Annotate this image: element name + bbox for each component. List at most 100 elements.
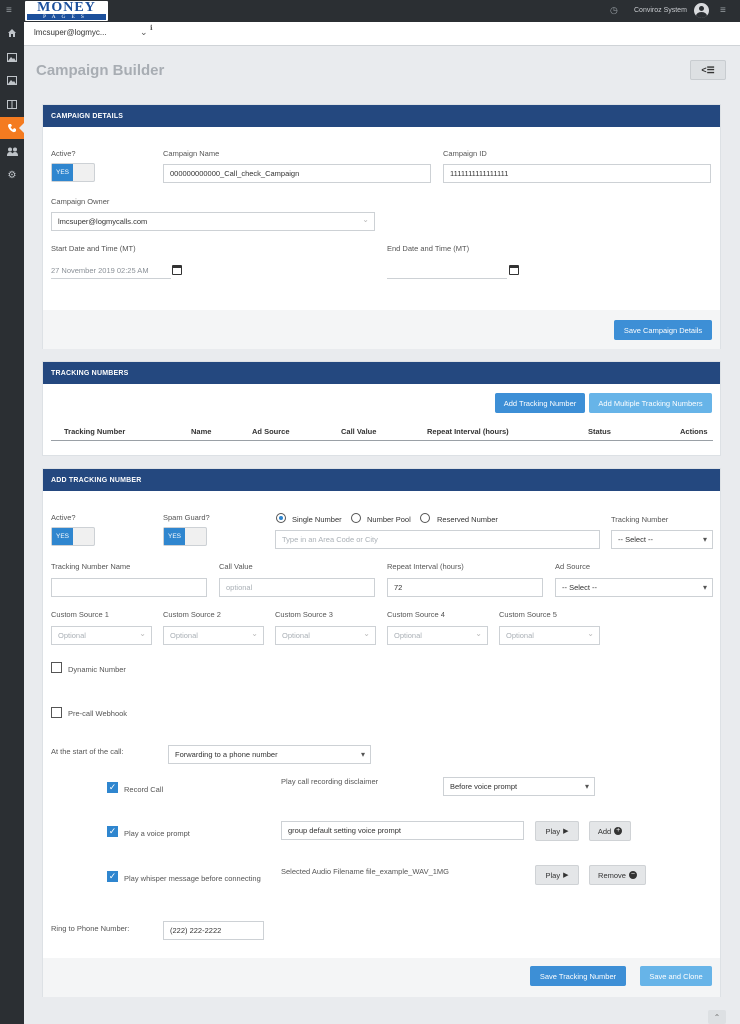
spam-guard-label: Spam Guard? <box>163 513 210 522</box>
logo[interactable]: MONEY PAGES <box>25 0 108 21</box>
account-select[interactable]: lmcsuper@logmyc... <box>34 28 154 41</box>
page-title: Campaign Builder <box>36 62 165 79</box>
ring-to-phone-input[interactable]: (222) 222-2222 <box>163 921 264 940</box>
start-call-select[interactable]: Forwarding to a phone number <box>168 745 371 764</box>
single-number-label: Single Number <box>292 515 342 524</box>
active-label: Active? <box>51 149 76 158</box>
voice-prompt-checkbox[interactable]: ✓ <box>107 826 118 837</box>
custom-source-3-label: Custom Source 3 <box>275 610 333 619</box>
info-icon[interactable]: ℹ <box>150 24 153 32</box>
custom-source-5-select[interactable]: Optional <box>499 626 600 645</box>
call-value-input[interactable]: optional <box>219 578 375 597</box>
campaign-owner-select[interactable]: lmcsuper@logmycalls.com <box>51 212 375 231</box>
active-toggle[interactable]: YES <box>51 163 95 182</box>
voice-prompt-input[interactable]: group default setting voice prompt <box>281 821 524 840</box>
add-voice-prompt-button[interactable]: Add + <box>589 821 631 841</box>
add-tracking-number-panel: ADD TRACKING NUMBER Active? YES Spam Gua… <box>42 468 721 997</box>
start-date-underline <box>51 278 171 279</box>
campaign-name-input[interactable]: 000000000000_Call_check_Campaign <box>163 164 431 183</box>
clock-icon[interactable]: ◷ <box>610 5 618 16</box>
toggle-yes: YES <box>52 164 73 181</box>
campaign-details-panel: CAMPAIGN DETAILS Active? YES Campaign Na… <box>42 104 721 349</box>
start-call-label: At the start of the call: <box>51 747 124 756</box>
tracking-numbers-header: TRACKING NUMBERS <box>43 362 720 384</box>
gear-icon[interactable]: ⚙ <box>0 164 24 186</box>
account-bar: lmcsuper@logmyc... ⌄ ℹ <box>24 22 740 46</box>
campaign-owner-label: Campaign Owner <box>51 197 110 206</box>
account-select-value: lmcsuper@logmyc... <box>34 28 107 37</box>
menu-icon[interactable]: ≡ <box>6 6 12 16</box>
dynamic-number-checkbox[interactable] <box>51 662 62 673</box>
users-icon[interactable] <box>0 140 24 162</box>
ad-source-select[interactable]: -- Select -- <box>555 578 713 597</box>
logo-text-bottom: PAGES <box>27 14 106 20</box>
image-icon[interactable] <box>0 46 24 68</box>
campaign-id-label: Campaign ID <box>443 149 487 158</box>
spam-guard-toggle[interactable]: YES <box>163 527 207 546</box>
custom-source-4-select[interactable]: Optional <box>387 626 488 645</box>
number-pool-label: Number Pool <box>367 515 411 524</box>
column-header: Tracking Number <box>64 427 126 436</box>
play-whisper-button[interactable]: Play ▶ <box>535 865 579 885</box>
reserved-number-label: Reserved Number <box>437 515 498 524</box>
tracking-number-name-label: Tracking Number Name <box>51 562 131 571</box>
add-multiple-tracking-numbers-button[interactable]: Add Multiple Tracking Numbers <box>589 393 712 413</box>
voice-prompt-label: Play a voice prompt <box>124 829 190 838</box>
image-icon[interactable] <box>0 69 24 91</box>
dynamic-number-label: Dynamic Number <box>68 665 126 674</box>
record-call-checkbox[interactable]: ✓ <box>107 782 118 793</box>
scroll-top-button[interactable]: ⌃ <box>708 1010 726 1024</box>
ad-source-label: Ad Source <box>555 562 591 571</box>
custom-source-2-select[interactable]: Optional <box>163 626 264 645</box>
collapse-list-icon: <☰ <box>701 64 715 75</box>
columns-icon[interactable] <box>0 93 24 115</box>
toggle-yes: YES <box>164 528 185 545</box>
custom-source-1-select[interactable]: Optional <box>51 626 152 645</box>
toggle-yes: YES <box>52 528 73 545</box>
custom-source-5-label: Custom Source 5 <box>499 610 557 619</box>
add-tracking-number-button[interactable]: Add Tracking Number <box>495 393 585 413</box>
chevron-up-icon: ⌃ <box>713 1012 721 1022</box>
recording-disclaimer-label: Play call recording disclaimer <box>281 777 379 786</box>
save-tracking-number-button[interactable]: Save Tracking Number <box>530 966 626 986</box>
play-icon: ▶ <box>563 828 569 835</box>
tracking-number-name-input[interactable] <box>51 578 207 597</box>
chevron-down-icon[interactable]: ⌄ <box>140 27 148 38</box>
play-voice-prompt-button[interactable]: Play ▶ <box>535 821 579 841</box>
repeat-interval-input[interactable]: 72 <box>387 578 543 597</box>
end-date-label: End Date and Time (MT) <box>387 244 470 253</box>
settings-menu-icon[interactable]: ≡ <box>720 5 726 16</box>
calendar-icon[interactable] <box>172 265 182 275</box>
column-header: Ad Source <box>252 427 290 436</box>
start-date-input[interactable]: 27 November 2019 02:25 AM <box>51 266 149 275</box>
save-and-clone-button[interactable]: Save and Clone <box>640 966 712 986</box>
top-bar: ≡ MONEY PAGES ◷ Conviroz System ≡ <box>0 0 740 22</box>
whisper-message-label: Play whisper message before connecting <box>124 874 261 883</box>
end-date-underline <box>387 278 507 279</box>
number-pool-radio[interactable] <box>351 513 361 523</box>
whisper-message-checkbox[interactable]: ✓ <box>107 871 118 882</box>
collapse-button[interactable]: <☰ <box>690 60 726 80</box>
area-code-input[interactable]: Type in an Area Code or City <box>275 530 600 549</box>
save-campaign-details-button[interactable]: Save Campaign Details <box>614 320 712 340</box>
calendar-icon[interactable] <box>509 265 519 275</box>
single-number-radio[interactable] <box>276 513 286 523</box>
user-name[interactable]: Conviroz System <box>634 7 687 14</box>
campaign-id-input[interactable]: 1111111111111111 <box>443 164 711 183</box>
reserved-number-radio[interactable] <box>420 513 430 523</box>
tracking-number-select[interactable]: -- Select -- <box>611 530 713 549</box>
custom-source-3-select[interactable]: Optional <box>275 626 376 645</box>
record-call-label: Record Call <box>124 785 164 794</box>
active-toggle[interactable]: YES <box>51 527 95 546</box>
avatar-icon[interactable] <box>694 3 709 18</box>
play-label: Play <box>545 870 561 880</box>
column-header: Actions <box>680 427 708 436</box>
minus-circle-icon: − <box>628 871 637 879</box>
column-header: Status <box>588 427 611 436</box>
remove-whisper-button[interactable]: Remove − <box>589 865 646 885</box>
precall-webhook-checkbox[interactable] <box>51 707 62 718</box>
home-icon[interactable] <box>0 22 24 44</box>
ring-to-phone-label: Ring to Phone Number: <box>51 924 130 933</box>
recording-disclaimer-select[interactable]: Before voice prompt <box>443 777 595 796</box>
end-date-input[interactable] <box>387 266 507 277</box>
